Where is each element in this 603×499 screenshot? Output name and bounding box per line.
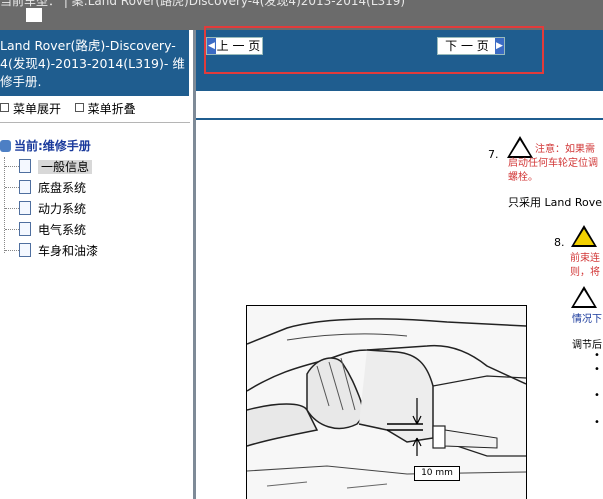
- tree-connector: [5, 166, 19, 167]
- tree-item-label: 底盘系统: [38, 181, 87, 195]
- step-7-note-line-1: 注意：如果需: [535, 144, 595, 155]
- measurement-label: 10 mm: [414, 466, 460, 481]
- nav-divider: [196, 91, 603, 120]
- divider: [0, 122, 190, 123]
- document-icon: [19, 159, 31, 173]
- document-icon: [19, 243, 31, 257]
- sidebar: Land Rover(路虎)-Discovery- 4(发现4)-2013-20…: [0, 30, 196, 499]
- note-line: 情况下: [572, 314, 602, 325]
- tree-connector: [5, 250, 19, 251]
- content-pane: ◀ 上 一 页 下 一 页 ▶ 7. 注意：如果需 启动任何车轮定位调 螺栓。 …: [196, 30, 603, 499]
- tree-root[interactable]: 当前:维修手册: [0, 137, 91, 154]
- tree-connector: [5, 208, 19, 209]
- tree-item-electrical[interactable]: 电气系统: [0, 220, 86, 240]
- highlight-box: [204, 26, 544, 74]
- step-7-number: 7.: [488, 148, 499, 161]
- tree-item-body-paint[interactable]: 车身和油漆: [0, 241, 98, 261]
- caution-icon-inner: [574, 290, 594, 306]
- step-7-body: 只采用 Land Rove: [508, 196, 602, 209]
- manual-title-line-2: 4(发现4)-2013-2014(L319)- 维: [0, 56, 185, 71]
- tree-connector: [5, 229, 19, 230]
- adjust-label: 调节后: [572, 340, 602, 351]
- collapse-menu-link[interactable]: 菜单折叠: [88, 102, 136, 116]
- document-icon: [19, 201, 31, 215]
- expand-icon: [0, 103, 9, 112]
- tree-item-label: 车身和油漆: [38, 244, 99, 258]
- manual-root-icon: [0, 140, 11, 152]
- bullet: •: [594, 417, 600, 428]
- step-8-number: 8.: [554, 236, 565, 249]
- manual-title-line-1: Land Rover(路虎)-Discovery-: [0, 38, 176, 53]
- tree-item-powertrain[interactable]: 动力系统: [0, 199, 86, 219]
- tree-item-label: 动力系统: [38, 202, 87, 216]
- tree-item-label: 电气系统: [38, 223, 87, 237]
- collapse-icon: [74, 103, 84, 112]
- tree-item-chassis[interactable]: 底盘系统: [0, 178, 86, 198]
- bullet: •: [594, 364, 600, 375]
- step-7-note-line-2: 启动任何车轮定位调: [508, 158, 598, 169]
- document-icon: [19, 180, 31, 194]
- warning-icon-fill: [574, 229, 594, 245]
- manual-content: 7. 注意：如果需 启动任何车轮定位调 螺栓。 只采用 Land Rove 8.…: [196, 120, 603, 499]
- tree-connector: [5, 187, 19, 188]
- service-illustration: 10 mm: [246, 305, 527, 499]
- bullet: •: [594, 390, 600, 401]
- menu-toolbar: 菜单展开 菜单折叠: [0, 100, 136, 118]
- tree-item-label: 一般信息: [38, 160, 93, 174]
- window-icon: [26, 8, 42, 22]
- drive-shaft-illustration: [247, 318, 526, 489]
- tree-item-general-info[interactable]: 一般信息: [0, 157, 93, 177]
- breadcrumb: 当前车型： | 案:Land Rover(路虎)Discovery-4(发现4)…: [0, 0, 406, 8]
- manual-title: Land Rover(路虎)-Discovery- 4(发现4)-2013-20…: [0, 30, 189, 96]
- expand-menu-link[interactable]: 菜单展开: [13, 102, 61, 116]
- tree-root-label: 当前:维修手册: [14, 139, 91, 153]
- caution-icon-inner: [510, 140, 530, 156]
- document-icon: [19, 222, 31, 236]
- step-8-warning-line-2: 则，将: [570, 267, 600, 278]
- step-7-note-line-3: 螺栓。: [508, 172, 538, 183]
- step-8-warning-line-1: 前束连: [570, 253, 600, 264]
- manual-title-line-3: 修手册.: [0, 74, 42, 89]
- bullet: •: [594, 350, 600, 361]
